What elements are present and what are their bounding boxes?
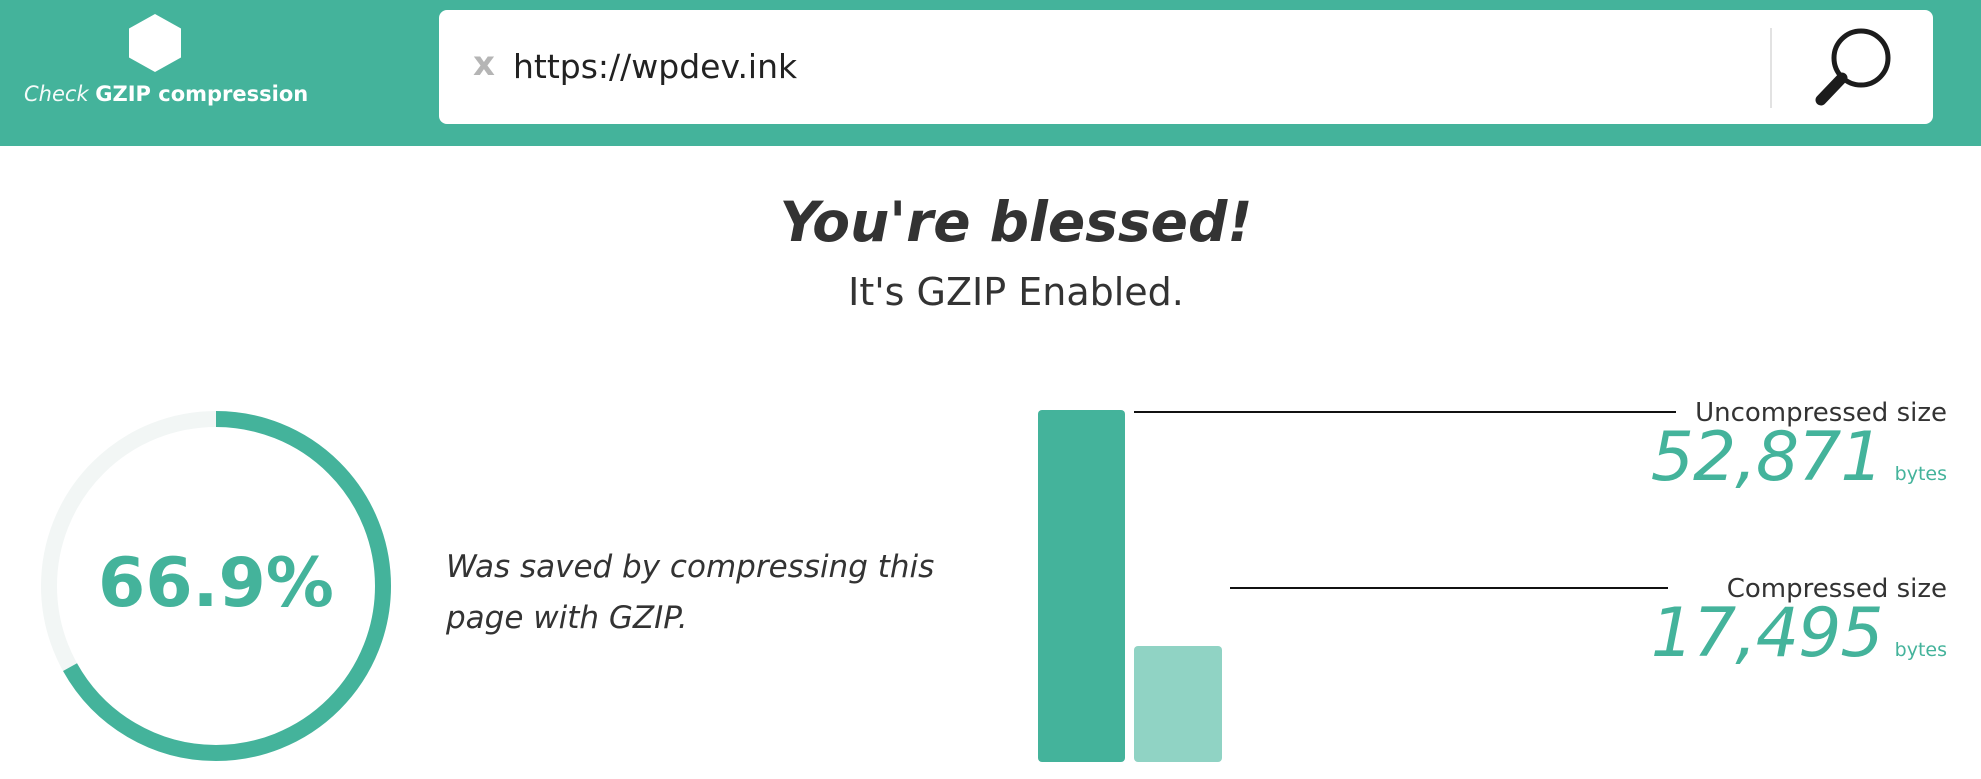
search-box: x	[439, 10, 1933, 124]
compressed-size-unit: bytes	[1894, 639, 1947, 661]
search-divider	[1770, 28, 1772, 108]
savings-description: Was saved by compressing this page with …	[446, 549, 935, 636]
compressed-size-value: 17,495	[1650, 594, 1884, 673]
uncompressed-size-value: 52,871	[1650, 418, 1884, 497]
url-input[interactable]	[513, 38, 1693, 94]
magnifier-icon	[1815, 28, 1891, 106]
savings-progress-ring: 66.9%	[38, 408, 394, 764]
compressed-size-readout: 17,495 bytes	[1651, 594, 1947, 673]
header-bar: Check GZIP compression x	[0, 0, 1981, 146]
logo-text: Check GZIP compression	[24, 82, 308, 106]
logo-text-bold: GZIP compression	[95, 82, 309, 106]
clear-button[interactable]: x	[469, 44, 499, 84]
uncompressed-leader-line	[1134, 411, 1676, 413]
search-button[interactable]	[1799, 20, 1909, 116]
site-logo[interactable]: Check GZIP compression	[20, 12, 308, 122]
result-subheadline: It's GZIP Enabled.	[848, 270, 1184, 314]
uncompressed-size-bar	[1038, 410, 1125, 762]
logo-text-light: Check	[24, 82, 96, 106]
uncompressed-size-readout: 52,871 bytes	[1651, 418, 1947, 497]
result-headline: You're blessed!	[779, 190, 1253, 254]
compressed-size-bar	[1134, 645, 1222, 762]
uncompressed-size-unit: bytes	[1894, 463, 1947, 485]
savings-percent: 66.9%	[98, 544, 334, 623]
hexagon-icon	[129, 14, 181, 72]
compressed-leader-line	[1230, 587, 1668, 589]
